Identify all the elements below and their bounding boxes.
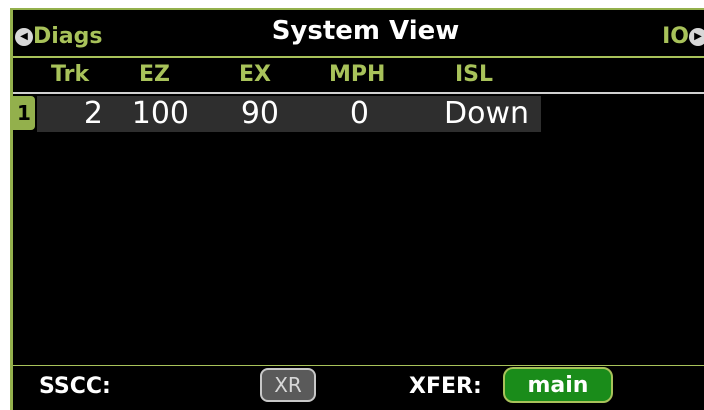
xfer-label: XFER: bbox=[409, 374, 482, 399]
column-header-trk: Trk bbox=[51, 62, 90, 87]
row-index-badge[interactable]: 1 bbox=[13, 96, 35, 130]
header-bar: ◀ Diags System View IO ▶ bbox=[13, 10, 704, 58]
nav-io-label: IO bbox=[662, 24, 689, 49]
xfer-main-button[interactable]: main bbox=[503, 367, 613, 403]
column-header-mph: MPH bbox=[329, 62, 386, 87]
system-view-screen: ◀ Diags System View IO ▶ Trk EZ EX MPH I… bbox=[10, 8, 704, 410]
chevron-right-icon: ▶ bbox=[689, 27, 704, 46]
page-title: System View bbox=[271, 16, 460, 46]
cell-trk: 2 bbox=[83, 96, 103, 131]
column-header-ex: EX bbox=[239, 62, 271, 87]
sscc-label: SSCC: bbox=[39, 374, 111, 399]
column-header-ez: EZ bbox=[139, 62, 170, 87]
footer-divider bbox=[13, 365, 704, 366]
column-header-isl: ISL bbox=[455, 62, 494, 87]
nav-io-button[interactable]: IO ▶ bbox=[662, 24, 704, 49]
cell-ez: 100 bbox=[131, 96, 189, 131]
cell-ex: 90 bbox=[240, 96, 279, 131]
xr-button[interactable]: XR bbox=[260, 368, 316, 402]
cell-mph: 0 bbox=[349, 96, 369, 131]
header-divider bbox=[13, 92, 704, 94]
cell-isl: Down bbox=[443, 96, 529, 131]
